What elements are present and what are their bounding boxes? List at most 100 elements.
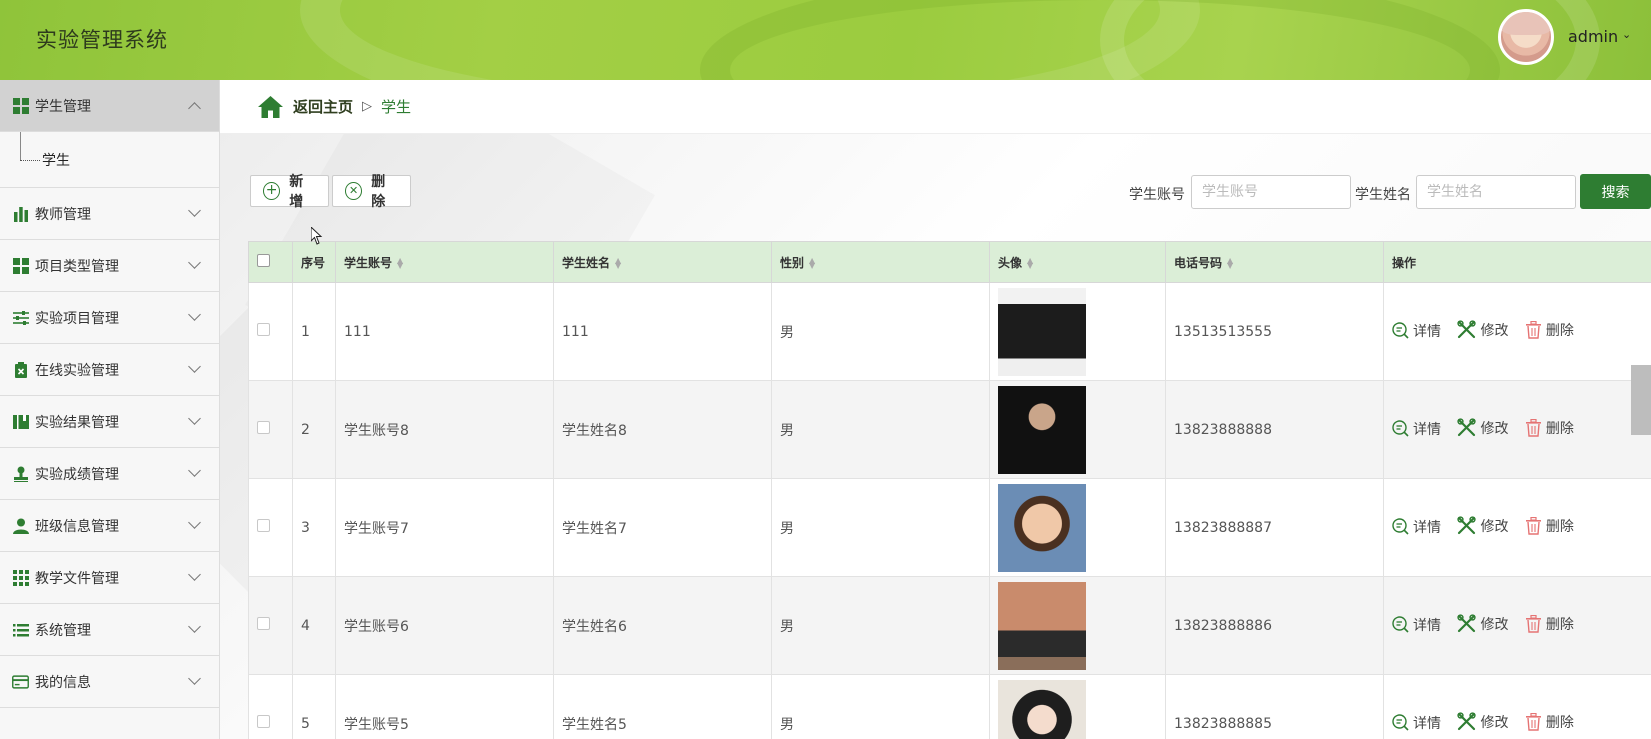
- name-search-label: 学生姓名: [1355, 187, 1411, 203]
- book-icon: [12, 413, 29, 430]
- clipboard-x-icon: [12, 361, 29, 378]
- detail-button[interactable]: 详情: [1392, 615, 1441, 635]
- wrench-icon: [1457, 320, 1477, 339]
- sidebar-item-student-management[interactable]: 学生管理: [0, 80, 219, 132]
- sidebar-item-experiment-score-management[interactable]: 实验成绩管理: [0, 448, 219, 500]
- avatar-cell: [989, 282, 1166, 381]
- edit-button[interactable]: 修改: [1457, 614, 1508, 634]
- sidebar-item-teaching-file-management[interactable]: 教学文件管理: [0, 552, 219, 604]
- row-delete-label: 删除: [1545, 519, 1574, 536]
- select-all-checkbox[interactable]: [257, 254, 270, 267]
- row-delete-button[interactable]: 删除: [1525, 418, 1574, 438]
- close-circle-icon: ✕: [345, 182, 363, 200]
- edit-button[interactable]: 修改: [1457, 516, 1508, 536]
- add-button[interactable]: + 新增: [250, 174, 329, 210]
- sitting-person-photo[interactable]: [998, 581, 1086, 670]
- user-name[interactable]: admin: [1568, 27, 1618, 46]
- student-table: 序号 学生账号 ▲ ▼ 学生姓名 ▲ ▼ 性别 ▲ ▼ 头像 ▲ ▼ 电话号码 ▲ ▼ 操作 1 1…: [248, 241, 1651, 739]
- sidebar-item-label: 学生管理: [35, 98, 91, 115]
- scrollbar-thumb[interactable]: [1631, 365, 1651, 435]
- row-checkbox[interactable]: [257, 617, 270, 630]
- sidebar-item-my-info[interactable]: 我的信息: [0, 656, 219, 708]
- table-row: 2 学生账号8 学生姓名8 男 13823888888 详情 修改 删除: [248, 380, 1651, 479]
- user-avatar[interactable]: [1498, 9, 1554, 65]
- edit-label: 修改: [1480, 322, 1509, 339]
- sidebar-item-experiment-result-management[interactable]: 实验结果管理: [0, 396, 219, 448]
- column-header-account[interactable]: 学生账号 ▲ ▼: [335, 241, 554, 283]
- row-delete-button[interactable]: 删除: [1525, 320, 1574, 340]
- bar-chart-icon: [12, 205, 29, 222]
- edit-button[interactable]: 修改: [1457, 418, 1508, 438]
- column-header-name[interactable]: 学生姓名 ▲ ▼: [553, 241, 772, 283]
- sidebar-item-label: 在线实验管理: [35, 362, 119, 379]
- edit-button[interactable]: 修改: [1457, 320, 1508, 340]
- row-delete-button[interactable]: 删除: [1525, 516, 1574, 536]
- sidebar-item-label: 实验项目管理: [35, 310, 119, 327]
- sort-icon[interactable]: ▲ ▼: [615, 257, 621, 270]
- phone-cell: 13823888888: [1165, 380, 1384, 479]
- sort-icon[interactable]: ▲ ▼: [1227, 257, 1233, 270]
- breadcrumb-home-link[interactable]: 返回主页: [293, 96, 353, 117]
- row-delete-label: 删除: [1545, 617, 1574, 634]
- name-search-input[interactable]: [1416, 175, 1576, 209]
- row-checkbox[interactable]: [257, 715, 270, 728]
- detail-button[interactable]: 详情: [1392, 419, 1441, 439]
- row-delete-button[interactable]: 删除: [1525, 712, 1574, 732]
- list-icon: [12, 621, 29, 638]
- sidebar-item-system-management[interactable]: 系统管理: [0, 604, 219, 656]
- actions-cell: 详情 修改 删除: [1383, 282, 1651, 381]
- sidebar-item-class-info-management[interactable]: 班级信息管理: [0, 500, 219, 552]
- wrench-icon: [1457, 712, 1477, 731]
- sidebar-item-label: 教师管理: [35, 206, 91, 223]
- chevron-down-icon: [188, 412, 201, 425]
- row-select-cell[interactable]: [248, 282, 293, 381]
- detail-button[interactable]: 详情: [1392, 713, 1441, 733]
- edit-button[interactable]: 修改: [1457, 712, 1508, 732]
- cartoon-boy-photo[interactable]: [998, 483, 1086, 572]
- detail-button[interactable]: 详情: [1392, 321, 1441, 341]
- sort-icon[interactable]: ▲ ▼: [809, 257, 815, 270]
- column-header-avatar[interactable]: 头像 ▲ ▼: [989, 241, 1166, 283]
- search-detail-icon: [1392, 322, 1409, 339]
- girl-portrait-photo[interactable]: [998, 679, 1086, 739]
- chevron-down-icon[interactable]: ⌄: [1622, 28, 1631, 41]
- main-content: 返回主页 ▷ 学生 + 新增 ✕ 删除 学生账号 学生姓名 搜索 序号 学生账号…: [220, 80, 1651, 739]
- avatar-cell: [989, 478, 1166, 577]
- column-header-index: 序号: [292, 241, 336, 283]
- sidebar-subitem-student[interactable]: 学生: [0, 132, 219, 188]
- row-checkbox[interactable]: [257, 421, 270, 434]
- search-button[interactable]: 搜索: [1580, 174, 1651, 209]
- breadcrumb-current: 学生: [381, 98, 412, 116]
- column-header-phone[interactable]: 电话号码 ▲ ▼: [1165, 241, 1384, 283]
- sidebar-item-project-type-management[interactable]: 项目类型管理: [0, 240, 219, 292]
- masked-person-photo[interactable]: [998, 385, 1086, 474]
- detail-label: 详情: [1413, 715, 1441, 732]
- sidebar-item-online-experiment-management[interactable]: 在线实验管理: [0, 344, 219, 396]
- row-select-cell[interactable]: [248, 380, 293, 479]
- row-select-cell[interactable]: [248, 674, 293, 739]
- chevron-down-icon: [188, 308, 201, 321]
- row-select-cell[interactable]: [248, 478, 293, 577]
- account-cell: 学生账号7: [335, 478, 554, 577]
- select-all-cell[interactable]: [248, 241, 293, 283]
- row-delete-button[interactable]: 删除: [1525, 614, 1574, 634]
- avatar-cell: [989, 576, 1166, 675]
- sort-icon[interactable]: ▲ ▼: [397, 257, 403, 270]
- search-detail-icon: [1392, 616, 1409, 633]
- column-header-gender[interactable]: 性别 ▲ ▼: [771, 241, 990, 283]
- black-tshirt-photo[interactable]: [998, 287, 1086, 376]
- row-checkbox[interactable]: [257, 323, 270, 336]
- sidebar-item-experiment-project-management[interactable]: 实验项目管理: [0, 292, 219, 344]
- row-checkbox[interactable]: [257, 519, 270, 532]
- account-search-input[interactable]: [1191, 175, 1351, 209]
- sidebar-item-teacher-management[interactable]: 教师管理: [0, 188, 219, 240]
- delete-button[interactable]: ✕ 删除: [332, 174, 411, 210]
- row-select-cell[interactable]: [248, 576, 293, 675]
- trash-icon: [1525, 713, 1541, 731]
- stamp-icon: [12, 465, 29, 482]
- home-icon[interactable]: [258, 95, 283, 118]
- name-cell: 学生姓名8: [553, 380, 772, 479]
- grid-icon: [12, 97, 29, 114]
- sort-icon[interactable]: ▲ ▼: [1027, 257, 1033, 270]
- detail-button[interactable]: 详情: [1392, 517, 1441, 537]
